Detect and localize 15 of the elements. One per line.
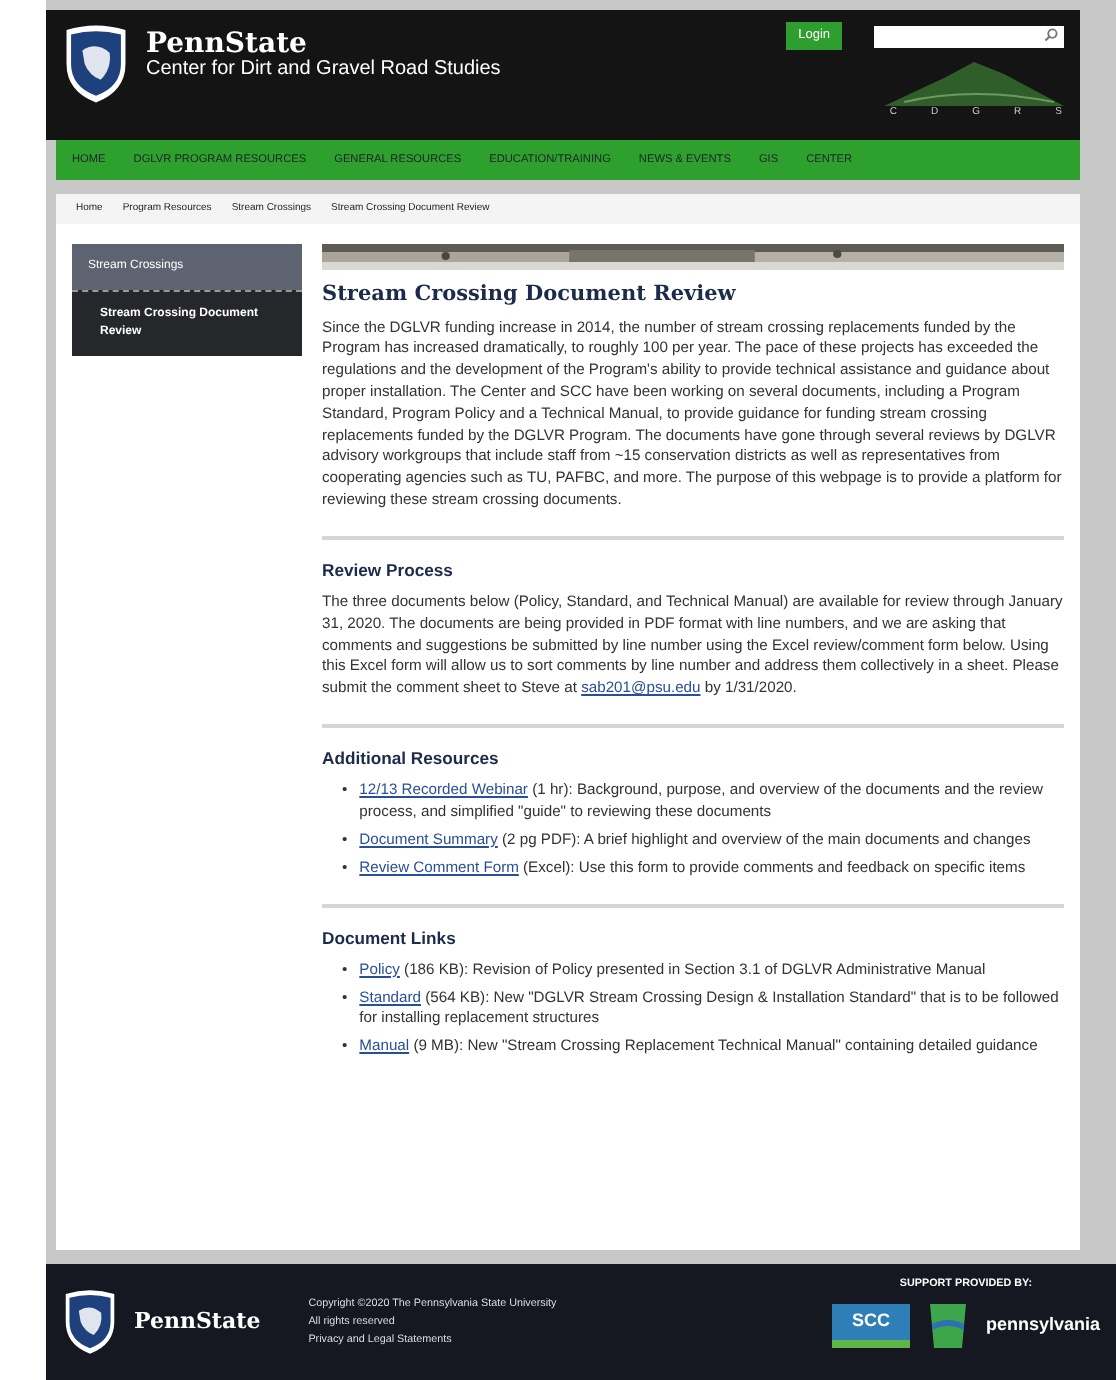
- site-subtitle: Center for Dirt and Gravel Road Studies: [146, 58, 501, 82]
- shield-logo-icon: [62, 1288, 118, 1356]
- section-heading: Review Process: [322, 559, 455, 581]
- footer-brand: PennState: [134, 1305, 261, 1338]
- mountain-logo-icon: [884, 61, 1064, 106]
- shield-logo-icon: [62, 22, 130, 106]
- keystone-logo-icon: [925, 1300, 970, 1353]
- search-field[interactable]: [874, 25, 1064, 48]
- page-title: Stream Crossing Document Review: [322, 282, 738, 308]
- section-heading: Additional Resources: [322, 748, 501, 769]
- site-title[interactable]: PennState: [146, 30, 501, 58]
- search-icon[interactable]: [1044, 28, 1058, 43]
- scc-logo: SCC: [831, 1304, 910, 1348]
- section-heading: Document Links: [322, 927, 458, 948]
- pennsylvania-logo: pennsylvania: [985, 1312, 1100, 1339]
